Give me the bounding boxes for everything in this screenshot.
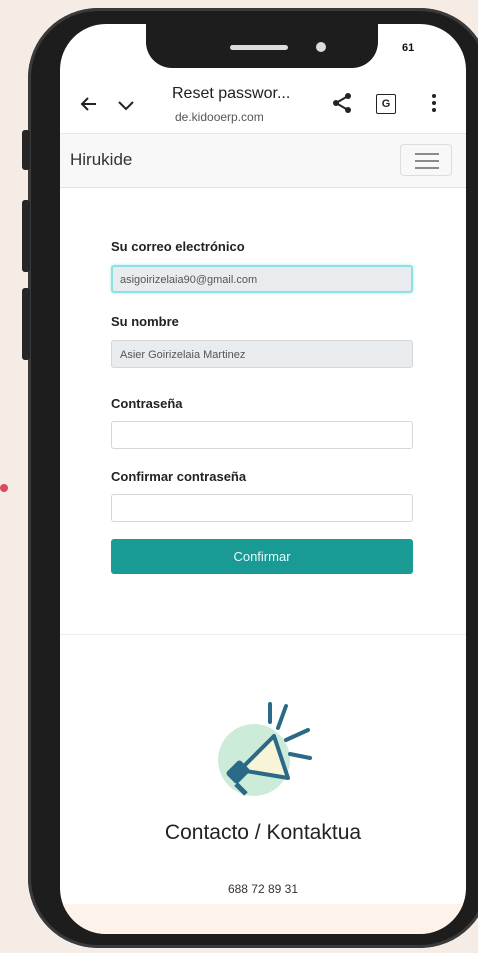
megaphone-icon [212,700,316,809]
notch [146,24,378,68]
hamburger-menu-icon[interactable] [400,144,452,176]
phone-mute-switch [22,130,30,170]
translate-icon[interactable]: G [376,94,396,114]
confirm-password-field[interactable] [111,494,413,522]
contact-title: Contacto / Kontaktua [164,821,362,844]
site-brand[interactable]: Hirukide [70,150,132,170]
email-field[interactable]: asigoirizelaia90@gmail.com [111,265,413,293]
contact-phone[interactable]: 688 72 89 31 [60,882,466,896]
status-bar-value: 61 [402,42,415,54]
page-title: Reset passwor... [172,85,291,102]
front-camera [316,42,326,52]
email-label: Su correo electrónico [111,239,245,254]
background-dot [0,484,8,492]
share-icon[interactable] [332,92,352,118]
confirm-button[interactable]: Confirmar [111,539,413,574]
password-label: Contraseña [111,396,183,411]
section-divider [60,634,466,635]
phone-volume-down [22,288,30,360]
chevron-down-icon[interactable] [116,96,136,118]
footer-band [60,904,466,934]
phone-screen: 61 Reset passwor... de.kidooerp.com G Hi… [60,24,466,934]
page-url[interactable]: de.kidooerp.com [175,110,264,124]
name-label: Su nombre [111,314,179,329]
arrow-left-icon[interactable] [79,94,99,118]
speaker-grille [230,45,288,50]
confirm-password-label: Confirmar contraseña [111,469,247,484]
password-field[interactable] [111,421,413,449]
name-field[interactable]: Asier Goirizelaia Martinez [111,340,413,368]
kebab-menu-icon[interactable] [432,94,436,115]
phone-volume-up [22,200,30,272]
site-navbar: Hirukide [60,133,466,188]
